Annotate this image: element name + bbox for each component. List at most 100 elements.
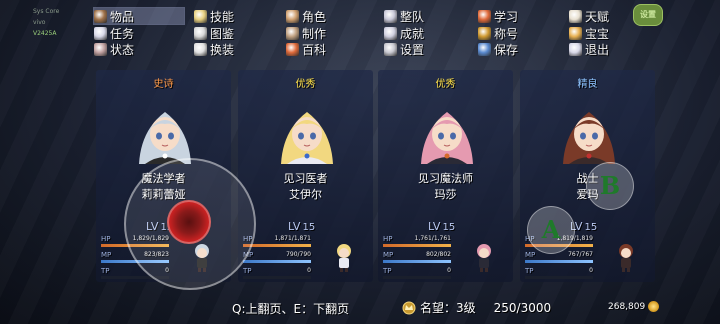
gear-icon [384,42,397,56]
menu-item[interactable]: 称号 [478,25,518,41]
menu-item-label: 保存 [494,42,519,57]
menu-item-label: 技能 [210,9,235,24]
system-overlay: Sys Core vivo V2425A [33,6,59,39]
menu-item-label: 设置 [400,42,425,57]
menu-item-label: 换装 [210,42,235,57]
hp-label: HP [101,235,111,243]
menu-item[interactable]: 任务 [94,25,134,41]
tp-track [525,276,593,279]
tp-label: TP [383,267,392,275]
mp-label: MP [383,251,394,259]
menu-item[interactable]: 保存 [478,41,518,57]
menu-item-label: 制作 [302,26,327,41]
menu-item[interactable]: 制作 [286,25,326,41]
character-sprite [333,242,355,272]
menu-item-label: 百科 [302,42,327,57]
sparkle-icon [194,9,207,23]
menu-item[interactable]: 技能 [194,8,234,24]
character-sprite [473,242,495,272]
hp-gauge: HP 1,761/1,761 [383,235,451,248]
tp-gauge: TP 0 [525,267,593,280]
pet-icon [569,26,582,40]
mp-fill [383,260,451,263]
mp-gauge: MP 802/802 [383,251,451,264]
menu-item-label: 任务 [110,26,135,41]
menu-item[interactable]: 退出 [569,41,609,57]
hp-fill [243,244,311,247]
system-line: V2425A [33,30,57,37]
level-display: LV15 [288,220,315,233]
menu-item[interactable]: 学习 [478,8,518,24]
tp-gauge: TP 0 [243,267,311,280]
medal-icon [478,26,491,40]
menu-item-label: 物品 [110,9,135,24]
menu-item[interactable]: 天赋 [569,8,609,24]
tp-track [243,276,311,279]
party-member-card[interactable]: 优秀 见习魔法师 玛莎 LV 15 HP 1,761/1,761 MP 802/802 TP 0 [378,70,513,282]
job-title: 见习魔法师 [418,172,473,185]
tp-label: TP [525,267,534,275]
status-icon [94,42,107,56]
menu-item-label: 天赋 [585,9,610,24]
tp-label: TP [101,267,110,275]
menu-item-label: 退出 [585,42,610,57]
person-icon [286,9,299,23]
character-portrait [557,100,621,164]
a-button[interactable]: A [527,206,575,254]
hammer-icon [286,26,299,40]
hp-label: HP [383,235,393,243]
mp-value: 767/767 [568,251,593,258]
cat-icon [569,9,582,23]
menu-item[interactable]: 宝宝 [569,25,609,41]
system-line: vivo [33,19,46,26]
menu-item-label: 宝宝 [585,26,610,41]
fame-status: 名望：3级 250/3000 [402,299,551,316]
hp-value: 1,761/1,761 [414,235,451,242]
menu-item[interactable]: 整队 [384,8,424,24]
menu-item[interactable]: 图鉴 [194,25,234,41]
joystick-knob[interactable] [167,200,211,244]
rarity-label: 精良 [577,79,598,90]
tp-label: TP [243,267,252,275]
mp-label: MP [101,251,112,259]
level-display: LV15 [428,220,455,233]
quest-icon [94,26,107,40]
rarity-label: 史诗 [153,79,174,90]
mp-track [525,260,593,263]
menu-item-label: 图鉴 [210,26,235,41]
menu-item[interactable]: 设置 [384,41,424,57]
fame-level: 名望：3级 [420,301,476,315]
level-value: 15 [442,222,456,233]
menu-item-label: 角色 [302,9,327,24]
gold-display: 268,809 [608,301,660,312]
menu-item[interactable]: 状态 [94,41,134,57]
character-name: 玛莎 [434,188,457,201]
save-icon [478,42,491,56]
menu-item-label: 称号 [494,26,519,41]
menu-item[interactable]: 百科 [286,41,326,57]
menu-item-label: 学习 [494,9,519,24]
gold-amount: 268,809 [608,301,646,312]
mp-track [383,260,451,263]
menu-item[interactable]: 成就 [384,25,424,41]
footer-bar: Q:上翻页、E：下翻页 名望：3级 250/3000 268,809 [0,292,720,324]
exit-icon [569,42,582,56]
coin-icon [648,301,660,312]
settings-badge-button[interactable]: 设置 [633,4,663,26]
main-menu: 物品 技能 角色 整队 学习 天赋任务 图鉴 制作 成就 称号 宝宝状态 换装 百科 设置 保存 退出 [93,6,642,58]
encyclopedia-icon [286,42,299,56]
b-button[interactable]: B [586,162,634,210]
bag-icon [94,9,107,23]
page-hint: Q:上翻页、E：下翻页 [232,302,350,316]
mp-gauge: MP 790/790 [243,251,311,264]
menu-item[interactable]: 物品 [93,7,185,25]
crown-icon [384,26,397,40]
character-portrait [133,100,197,164]
menu-item-label: 状态 [110,42,135,57]
party-member-card[interactable]: 优秀 见习医者 艾伊尔 LV 15 HP 1,871/1,871 MP 790/790 TP 0 [238,70,373,282]
menu-item[interactable]: 换装 [194,41,234,57]
hp-track [383,244,451,247]
level-label: LV [288,220,301,233]
menu-item[interactable]: 角色 [286,8,326,24]
hp-fill [383,244,451,247]
